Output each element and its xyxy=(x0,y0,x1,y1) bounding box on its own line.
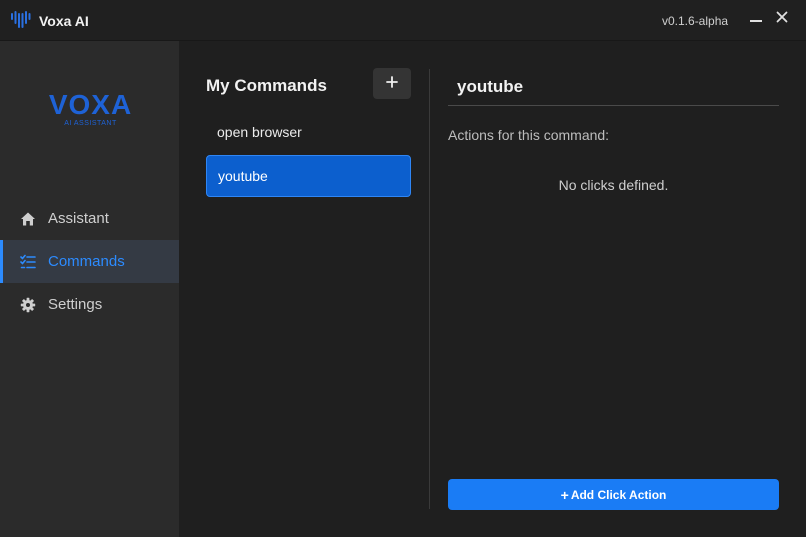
close-button[interactable] xyxy=(771,8,793,30)
sidebar-item-label: Assistant xyxy=(48,210,109,227)
logo: VOXA AI ASSISTANT xyxy=(0,89,179,128)
add-click-action-label: Add Click Action xyxy=(570,487,667,502)
add-command-button[interactable] xyxy=(373,68,411,99)
logo-subtitle: AI ASSISTANT xyxy=(64,120,117,127)
command-name-title: youtube xyxy=(457,77,524,96)
minimize-button[interactable] xyxy=(745,8,767,30)
command-item-youtube[interactable]: youtube xyxy=(206,155,411,197)
gear-icon xyxy=(20,297,36,313)
title-divider xyxy=(448,105,779,106)
command-detail-panel: youtube Actions for this command: No cli… xyxy=(448,41,779,537)
commands-panel: My Commands open browser youtube xyxy=(179,41,429,537)
empty-actions-message: No clicks defined. xyxy=(558,177,669,193)
column-divider xyxy=(429,69,430,509)
close-icon xyxy=(776,10,788,28)
command-list: open browser youtube xyxy=(206,111,411,199)
minimize-icon xyxy=(749,10,763,29)
checklist-icon xyxy=(20,254,36,270)
app-title: Voxa AI xyxy=(39,13,89,29)
plus-icon: + xyxy=(560,486,569,503)
version-label: v0.1.6-alpha xyxy=(662,14,729,28)
add-click-action-button[interactable]: + Add Click Action xyxy=(448,479,779,510)
sidebar: VOXA AI ASSISTANT Assistant Commands Set… xyxy=(0,41,179,537)
sidebar-item-settings[interactable]: Settings xyxy=(0,283,179,326)
sidebar-item-label: Commands xyxy=(48,253,125,270)
logo-text: VOXA xyxy=(48,89,133,120)
commands-title: My Commands xyxy=(206,76,327,95)
plus-icon xyxy=(386,75,398,93)
sidebar-item-assistant[interactable]: Assistant xyxy=(0,197,179,240)
sidebar-nav: Assistant Commands Settings xyxy=(0,197,179,326)
sidebar-item-commands[interactable]: Commands xyxy=(0,240,179,283)
home-icon xyxy=(20,211,36,227)
sidebar-item-label: Settings xyxy=(48,296,103,313)
actions-label: Actions for this command: xyxy=(448,127,610,143)
heart-waveform-icon xyxy=(10,10,32,30)
app-window: Voxa AI v0.1.6-alpha VOXA AI ASSISTANT A… xyxy=(0,0,806,537)
command-item-open-browser[interactable]: open browser xyxy=(206,111,411,153)
title-bar[interactable]: Voxa AI v0.1.6-alpha xyxy=(0,0,806,41)
